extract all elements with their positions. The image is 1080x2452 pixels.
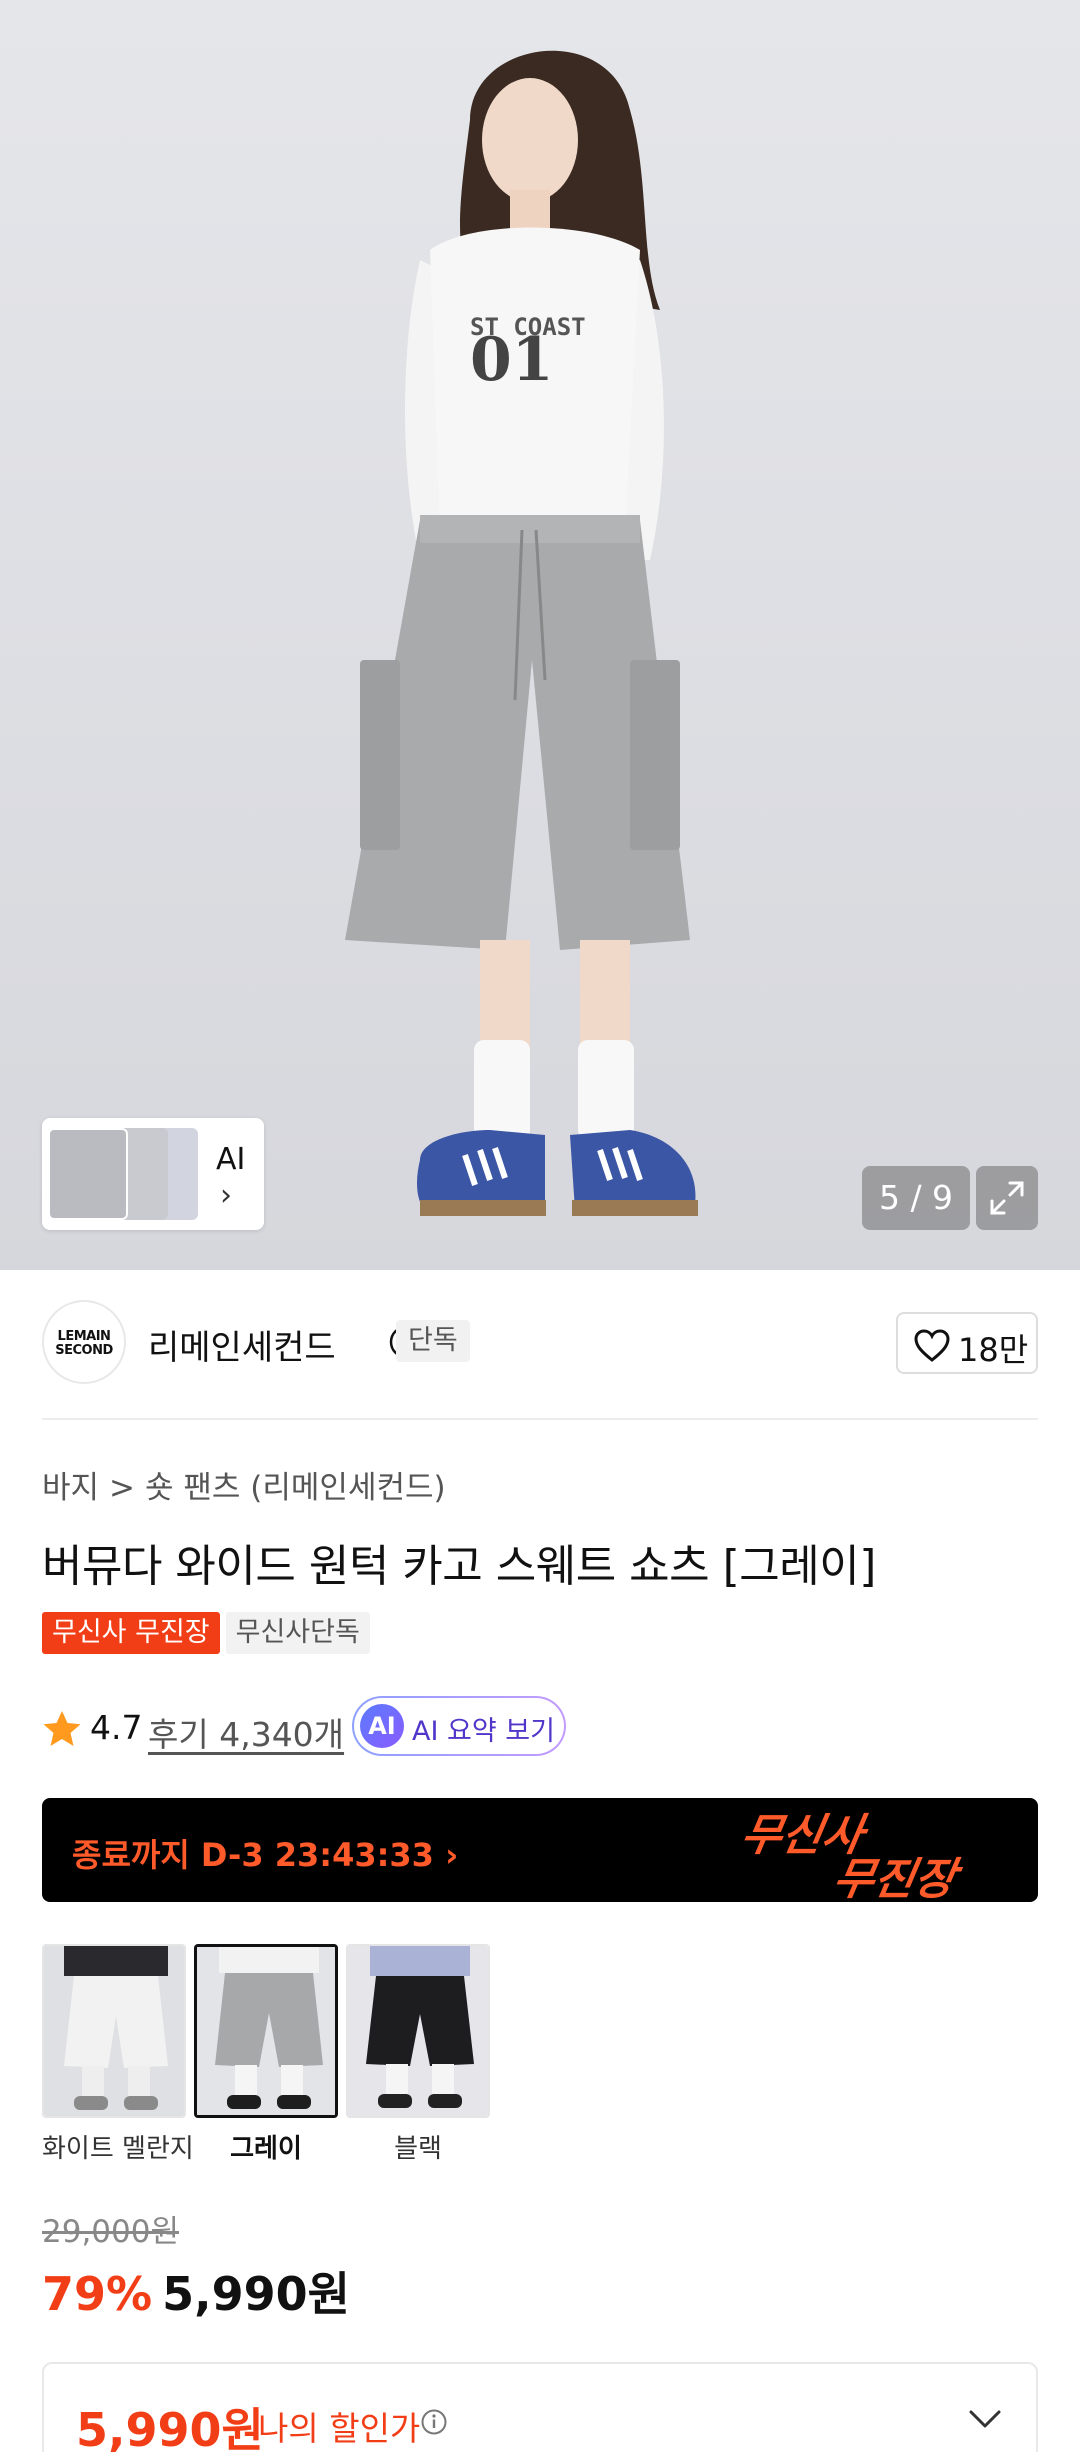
- star-icon: [43, 1711, 81, 1746]
- ai-fitting-label: AI: [216, 1142, 246, 1177]
- color-label-gray: 그레이: [230, 2134, 302, 2164]
- image-pager: 5 / 9: [862, 1166, 970, 1230]
- brand-row: LEMAIN SECOND 리메인세컨드 단독 18만: [42, 1300, 1038, 1386]
- promo-logo-line2: 무진장: [829, 1854, 965, 1902]
- brand-name[interactable]: 리메인세컨드: [148, 1320, 336, 1369]
- final-price: 5,990원: [162, 2267, 350, 2321]
- color-swatch-gray[interactable]: [194, 1944, 338, 2118]
- breadcrumb-separator: >: [109, 1470, 136, 1506]
- product-image[interactable]: ST COAST 01 AI › 5 / 9: [0, 0, 1080, 1270]
- color-label-black: 블랙: [394, 2134, 442, 2164]
- svg-text:01: 01: [470, 325, 554, 395]
- color-options: 화이트 멜란지 그레이 블랙: [42, 1944, 1038, 2164]
- expand-button[interactable]: [976, 1166, 1038, 1230]
- original-price: 29,000원: [42, 2214, 179, 2250]
- chevron-down-icon: [969, 2410, 1001, 2428]
- ai-fitting-thumbnail[interactable]: AI ›: [42, 1118, 264, 1230]
- exclusive-badge: 단독: [396, 1320, 470, 1362]
- brand-logo[interactable]: LEMAIN SECOND: [42, 1300, 126, 1384]
- like-button[interactable]: 18만: [896, 1312, 1038, 1374]
- ai-summary-button[interactable]: AI AI 요약 보기: [352, 1696, 566, 1756]
- reviews-link[interactable]: 후기 4,340개: [148, 1708, 344, 1756]
- rating-row: 4.7 후기 4,340개 AI AI 요약 보기: [42, 1696, 1038, 1760]
- divider: [42, 1418, 1038, 1420]
- ai-summary-label: AI 요약 보기: [412, 1716, 555, 1747]
- like-count: 18만: [958, 1331, 1029, 1369]
- exclusive-badge: 무신사단독: [225, 1612, 370, 1654]
- breadcrumb-category[interactable]: 바지: [42, 1470, 99, 1506]
- ai-thumbnail-stack: [48, 1124, 206, 1224]
- rating-value: 4.7: [90, 1708, 143, 1747]
- breadcrumb-subcategory[interactable]: 숏 팬츠 (리메인세컨드): [145, 1470, 446, 1506]
- info-icon[interactable]: [420, 2408, 448, 2436]
- chevron-right-icon: ›: [220, 1178, 232, 1213]
- product-title: 버뮤다 와이드 원턱 카고 스웨트 쇼츠 [그레이]: [42, 1541, 876, 1592]
- breadcrumb: 바지 > 숏 팬츠 (리메인세컨드): [42, 1462, 446, 1507]
- color-label-white-melange: 화이트 멜란지: [42, 2134, 194, 2164]
- product-badges: 무신사 무진장 무신사단독: [42, 1612, 370, 1654]
- my-discount-price-panel[interactable]: 5,990원 나의 할인가: [42, 2362, 1038, 2452]
- price-row: 79% 5,990원: [42, 2258, 350, 2324]
- color-swatch-black[interactable]: [346, 1944, 490, 2118]
- promo-banner[interactable]: 종료까지 D-3 23:43:33 › 무신사 무진장: [42, 1798, 1038, 1902]
- expand-icon: [990, 1181, 1024, 1215]
- my-price-value: 5,990원: [76, 2403, 264, 2452]
- event-badge: 무신사 무진장: [42, 1612, 220, 1654]
- model-photo: ST COAST 01: [345, 50, 698, 1216]
- promo-logo: 무신사 무진장: [737, 1810, 966, 1902]
- heart-icon: [914, 1329, 950, 1362]
- my-price-label: 나의 할인가: [258, 2409, 421, 2448]
- countdown-timer: 종료까지 D-3 23:43:33 ›: [72, 1836, 459, 1874]
- ai-icon: AI: [360, 1704, 404, 1748]
- discount-rate: 79%: [42, 2267, 153, 2321]
- color-swatch-white-melange[interactable]: [42, 1944, 186, 2118]
